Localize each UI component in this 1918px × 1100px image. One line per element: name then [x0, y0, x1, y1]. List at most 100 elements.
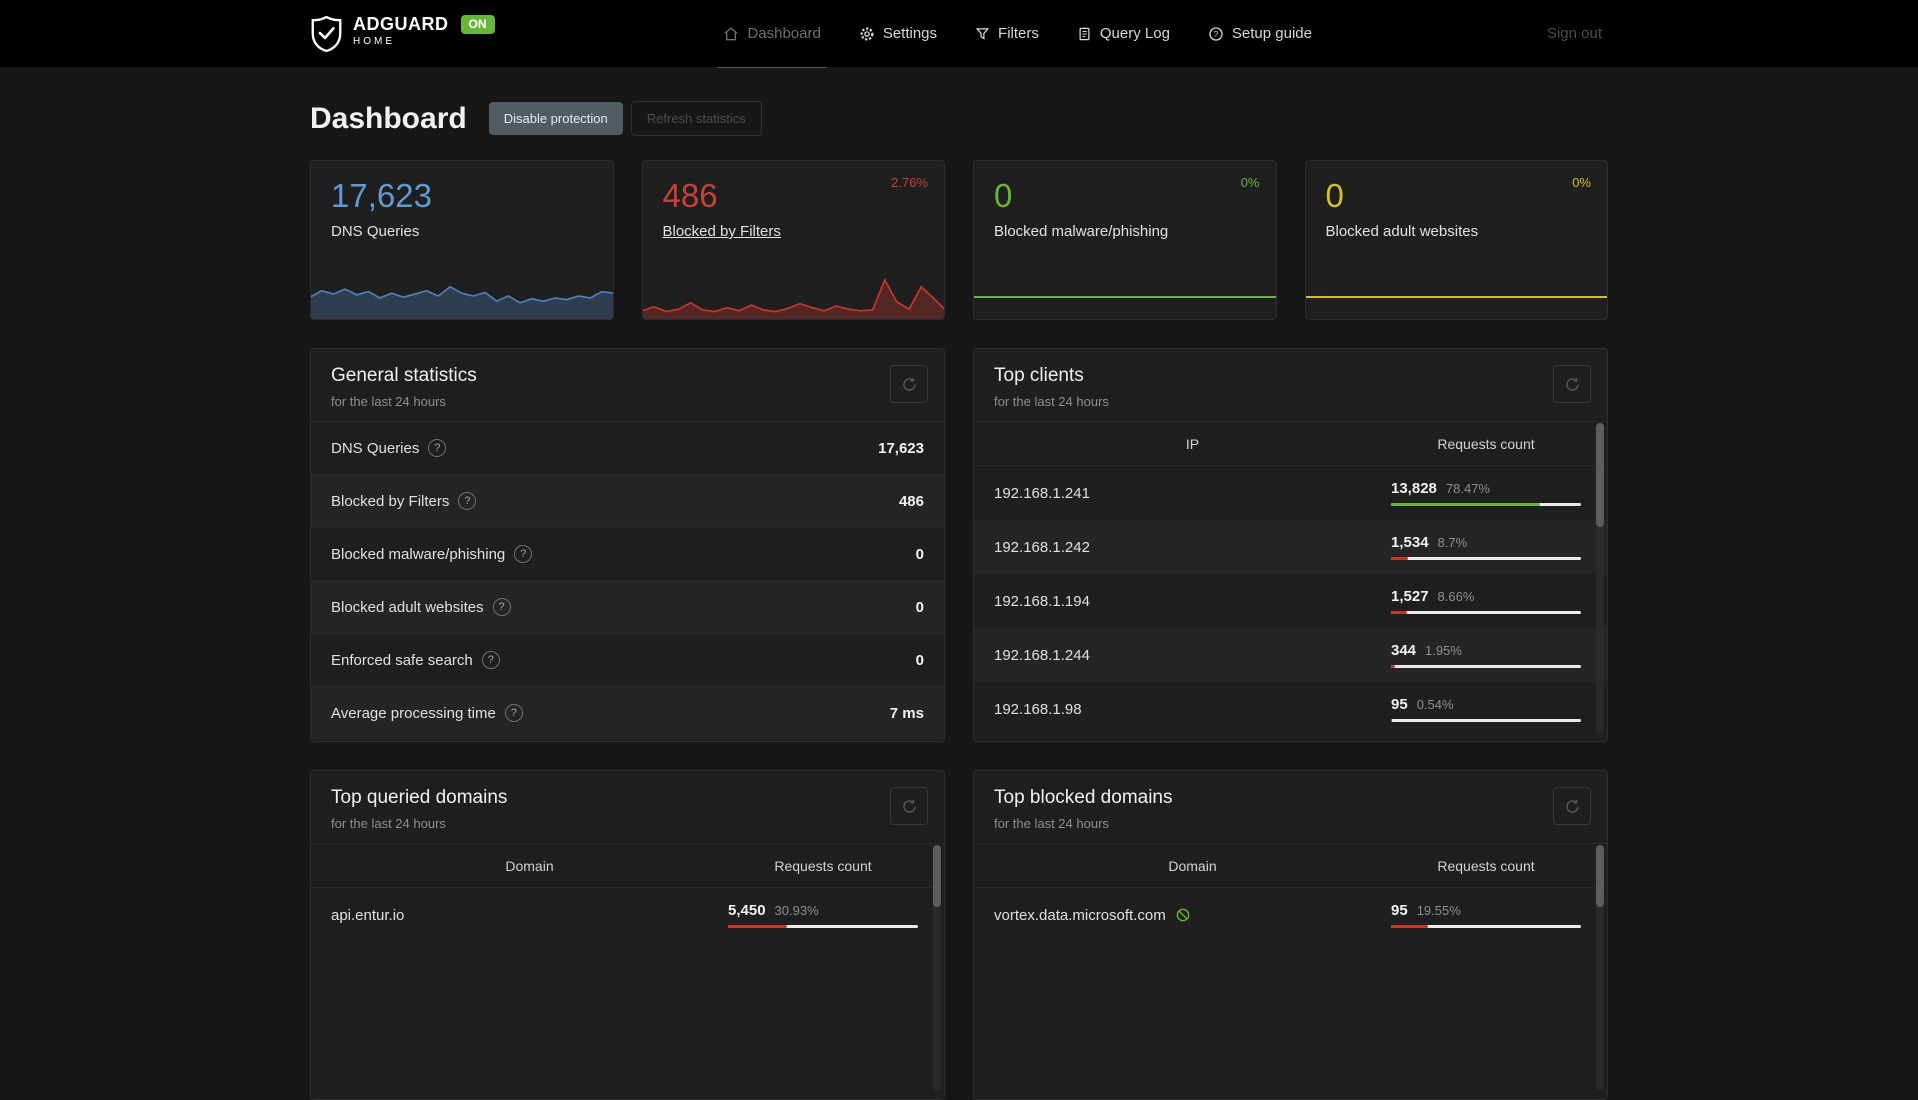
help-icon[interactable]: ? [504, 704, 523, 722]
top-blocked-domains-panel: Top blocked domains for the last 24 hour… [973, 770, 1608, 1100]
disable-protection-button[interactable]: Disable protection [488, 102, 623, 135]
stat-card-value: 486 [662, 177, 718, 214]
nav-filters[interactable]: Filters [975, 0, 1039, 67]
nav-dashboard[interactable]: Dashboard [717, 0, 828, 68]
requests-count: 1,527 [1391, 588, 1429, 605]
general-stat-row: DNS Queries? 17,623 [311, 421, 944, 474]
scrollbar[interactable] [933, 845, 941, 1091]
column-header-domain: Domain [1168, 857, 1217, 874]
progress-bar [1391, 719, 1581, 722]
shield-logo-icon [310, 15, 343, 53]
domain-name[interactable]: api.entur.io [331, 907, 728, 924]
stat-value: 17,623 [878, 439, 924, 457]
requests-percent: 30.93% [774, 903, 819, 918]
client-ip[interactable]: 192.168.1.98 [994, 701, 1391, 718]
scrollbar-thumb[interactable] [1596, 423, 1604, 527]
stat-card-blocked-malware: 0% 0 Blocked malware/phishing [973, 160, 1277, 320]
requests-count: 344 [1391, 642, 1417, 659]
requests-stats: 13,828 78.47% [1391, 480, 1581, 506]
blocked-icon [1176, 908, 1190, 922]
general-stat-row: Blocked adult websites? 0 [311, 580, 944, 633]
general-stat-row: Average processing time? 7 ms [311, 686, 944, 739]
progress-bar [1391, 557, 1581, 560]
nav-setup-guide[interactable]: ? Setup guide [1208, 0, 1312, 67]
dns-queries-sparkline [310, 285, 613, 319]
svg-text:?: ? [1214, 29, 1219, 38]
client-ip[interactable]: 192.168.1.244 [994, 647, 1391, 664]
column-header-ip: IP [1185, 435, 1200, 452]
progress-bar [1391, 611, 1581, 614]
sign-out-button[interactable]: Sign out [1541, 24, 1608, 43]
refresh-panel-button[interactable] [1553, 365, 1591, 403]
client-ip[interactable]: 192.168.1.194 [994, 593, 1391, 610]
general-stat-row: Blocked by Filters? 486 [311, 474, 944, 527]
scrollbar-thumb[interactable] [1596, 845, 1604, 907]
requests-percent: 0.54% [1416, 697, 1454, 712]
column-header-domain: Domain [505, 857, 554, 874]
blocked-adult-sparkline [1305, 296, 1607, 298]
stat-value: 486 [898, 492, 924, 510]
table-row: api.entur.io 5,450 30.93% [311, 888, 944, 942]
stat-card-percent: 0% [1240, 175, 1260, 190]
brand-name: ADGUARD [353, 13, 449, 34]
stat-label: Average processing time [331, 704, 496, 722]
help-icon[interactable]: ? [428, 439, 447, 457]
stat-label: Blocked adult websites [331, 598, 484, 616]
progress-bar [1391, 503, 1581, 506]
domain-name[interactable]: vortex.data.microsoft.com [994, 907, 1391, 924]
scrollbar[interactable] [1596, 423, 1604, 733]
client-ip[interactable]: 192.168.1.241 [994, 485, 1391, 502]
stat-value: 7 ms [889, 704, 924, 722]
blocked-by-filters-link[interactable]: Blocked by Filters [663, 223, 781, 240]
panel-title: Top queried domains [331, 787, 508, 808]
refresh-panel-button[interactable] [890, 365, 928, 403]
query-log-icon [1077, 26, 1092, 42]
progress-bar [1391, 925, 1581, 928]
requests-stats: 1,527 8.66% [1391, 588, 1581, 614]
refresh-panel-button[interactable] [890, 787, 928, 825]
refresh-icon [901, 798, 918, 815]
nav-label: Query Log [1099, 25, 1170, 42]
main-nav: Dashboard Settings Filters Query Log ? S… [495, 0, 1541, 68]
panel-subtitle: for the last 24 hours [994, 816, 1109, 831]
general-stat-row: Blocked malware/phishing? 0 [311, 527, 944, 580]
nav-label: Settings [882, 25, 938, 42]
refresh-statistics-button[interactable]: Refresh statistics [630, 101, 762, 136]
column-header-requests-count: Requests count [1437, 857, 1535, 874]
general-statistics-table: DNS Queries? 17,623 Blocked by Filters? 486… [311, 421, 944, 739]
table-row: 192.168.1.194 1,527 8.66% [974, 574, 1607, 628]
requests-stats: 1,534 8.7% [1391, 534, 1581, 560]
help-icon[interactable]: ? [458, 492, 477, 510]
help-icon[interactable]: ? [481, 651, 500, 669]
stat-card-label: Blocked malware/phishing [994, 223, 1169, 240]
scrollbar[interactable] [1596, 845, 1604, 1091]
panel-subtitle: for the last 24 hours [331, 816, 446, 831]
refresh-icon [1564, 798, 1581, 815]
adguard-logo[interactable]: ADGUARD ON HOME [310, 13, 495, 53]
help-icon[interactable]: ? [514, 545, 533, 563]
top-blocked-domains-table: vortex.data.microsoft.com 95 19.55% [974, 888, 1607, 942]
nav-settings[interactable]: Settings [859, 0, 937, 67]
dashboard-page: Dashboard Disable protection Refresh sta… [310, 67, 1608, 1100]
product-name: HOME [353, 36, 395, 48]
nav-query-log[interactable]: Query Log [1077, 0, 1170, 67]
stat-card-label: DNS Queries [331, 223, 420, 240]
general-stat-row: Enforced safe search? 0 [311, 633, 944, 686]
top-clients-panel: Top clients for the last 24 hours IP Req… [973, 348, 1608, 742]
requests-stats: 95 0.54% [1391, 696, 1581, 722]
client-ip[interactable]: 192.168.1.242 [994, 539, 1391, 556]
filter-icon [975, 26, 990, 41]
help-icon[interactable]: ? [492, 598, 511, 616]
table-row: 192.168.1.241 13,828 78.47% [974, 466, 1607, 520]
stat-card-blocked-by-filters: 2.76% 486 Blocked by Filters [641, 160, 945, 320]
progress-bar [1391, 665, 1581, 668]
progress-bar [728, 925, 918, 928]
stat-card-value: 0 [994, 177, 1013, 214]
stat-card-percent: 0% [1572, 175, 1591, 190]
requests-percent: 1.95% [1425, 643, 1462, 658]
scrollbar-thumb[interactable] [933, 845, 941, 907]
refresh-panel-button[interactable] [1553, 787, 1591, 825]
blocked-by-filters-sparkline [642, 278, 945, 319]
panel-title: General statistics [331, 365, 477, 386]
requests-percent: 78.47% [1445, 481, 1490, 496]
